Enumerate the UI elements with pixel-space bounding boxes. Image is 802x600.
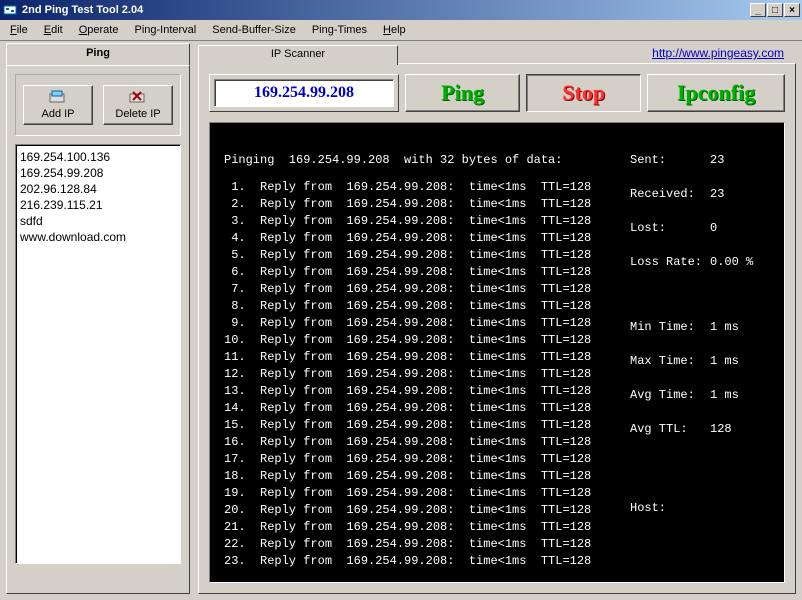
list-item[interactable]: 169.254.99.208	[20, 165, 176, 181]
title-bar: 2nd Ping Test Tool 2.04 _ □ ×	[0, 0, 802, 20]
ip-toolbar: Add IP Delete IP	[15, 74, 181, 136]
add-ip-label: Add IP	[41, 108, 74, 120]
ping-button[interactable]: Ping	[405, 74, 520, 112]
menu-ping-interval[interactable]: Ping-Interval	[126, 22, 204, 38]
window-title: 2nd Ping Test Tool 2.04	[22, 4, 750, 16]
add-ip-icon	[49, 90, 67, 106]
menu-ping-times[interactable]: Ping-Times	[304, 22, 375, 38]
maximize-button[interactable]: □	[767, 3, 783, 17]
list-item[interactable]: www.download.com	[20, 229, 176, 245]
ipconfig-button[interactable]: Ipconfig	[647, 74, 785, 112]
menu-help[interactable]: Help	[375, 22, 414, 38]
menu-send-buffer-size[interactable]: Send-Buffer-Size	[204, 22, 304, 38]
stop-button[interactable]: Stop	[526, 74, 641, 112]
menu-operate[interactable]: Operate	[71, 22, 127, 38]
app-icon	[2, 2, 18, 18]
console-header: Pinging 169.254.99.208 with 32 bytes of …	[224, 152, 630, 169]
list-item[interactable]: 169.254.100.136	[20, 149, 176, 165]
ip-input-frame	[209, 74, 399, 112]
list-item[interactable]: 202.96.128.84	[20, 181, 176, 197]
stats-panel: Sent:23 Received:23 Lost:0 Loss Rate:0.0…	[630, 135, 770, 570]
website-link[interactable]: http://www.pingeasy.com	[652, 46, 784, 60]
tab-ip-scanner[interactable]: IP Scanner	[198, 45, 398, 65]
console-output: Pinging 169.254.99.208 with 32 bytes of …	[209, 122, 785, 583]
add-ip-button[interactable]: Add IP	[23, 85, 93, 125]
tab-ping[interactable]: Ping	[6, 43, 190, 65]
ip-listbox[interactable]: 169.254.100.136169.254.99.208202.96.128.…	[15, 144, 181, 564]
menu-edit[interactable]: Edit	[36, 22, 71, 38]
delete-ip-button[interactable]: Delete IP	[103, 85, 173, 125]
list-item[interactable]: sdfd	[20, 213, 176, 229]
minimize-button[interactable]: _	[750, 3, 766, 17]
delete-ip-icon	[129, 90, 147, 106]
delete-ip-label: Delete IP	[115, 108, 160, 120]
menu-file[interactable]: File	[2, 22, 36, 38]
ip-input[interactable]	[214, 79, 394, 107]
list-item[interactable]: 216.239.115.21	[20, 197, 176, 213]
menu-bar: File Edit Operate Ping-Interval Send-Buf…	[0, 20, 802, 41]
close-button[interactable]: ×	[784, 3, 800, 17]
